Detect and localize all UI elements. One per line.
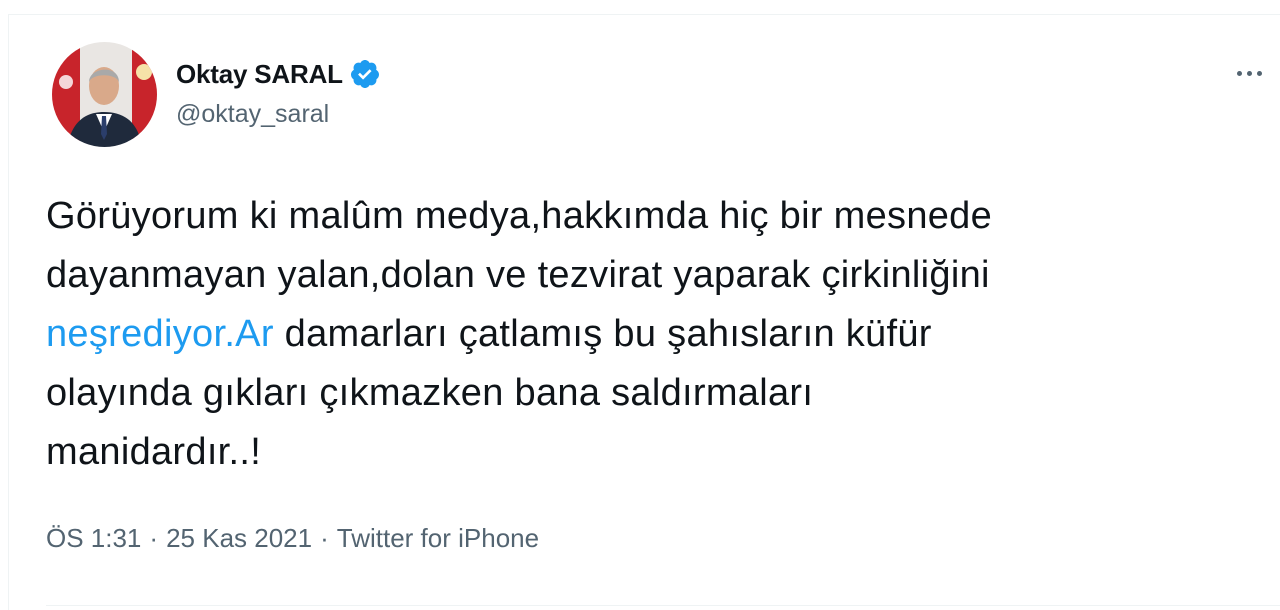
meta-separator: · xyxy=(149,523,159,553)
tweet-card: Oktay SARAL @oktay_saral Görüyorum ki ma… xyxy=(8,14,1280,610)
tweet-link[interactable]: neşrediyor.Ar xyxy=(46,313,274,355)
avatar[interactable] xyxy=(52,42,157,147)
tweet-text-fragment: damarları çatlamış bu şahısların küfür xyxy=(273,313,932,355)
tweet-time[interactable]: ÖS 1:31 xyxy=(46,523,141,553)
tweet-text-line: Görüyorum ki malûm medya,hakkımda hiç bi… xyxy=(46,195,993,237)
more-options-button[interactable] xyxy=(1227,61,1271,85)
tweet-text: Görüyorum ki malûm medya,hakkımda hiç bi… xyxy=(46,187,1276,482)
tweet-text-line: neşrediyor.Ar damarları çatlamış bu şahı… xyxy=(46,305,1276,364)
author-handle[interactable]: @oktay_saral xyxy=(176,100,329,129)
verified-badge-icon xyxy=(349,58,381,90)
author-name-row: Oktay SARAL xyxy=(176,57,381,91)
tweet-text-line: olayında gıkları çıkmazken bana saldırma… xyxy=(46,372,814,414)
author-name[interactable]: Oktay SARAL xyxy=(176,59,343,90)
tweet-source[interactable]: Twitter for iPhone xyxy=(337,523,539,553)
person-portrait-avatar-icon xyxy=(52,42,157,147)
meta-separator: · xyxy=(320,523,329,553)
more-horizontal-icon xyxy=(1236,70,1242,76)
divider xyxy=(46,605,1280,606)
tweet-date[interactable]: 25 Kas 2021 xyxy=(166,523,312,553)
tweet-meta: ÖS 1:31 · 25 Kas 2021 · Twitter for iPhone xyxy=(46,523,539,554)
tweet-text-line: manidardır..! xyxy=(46,431,262,473)
tweet-text-line: dayanmayan yalan,dolan ve tezvirat yapar… xyxy=(46,254,990,296)
